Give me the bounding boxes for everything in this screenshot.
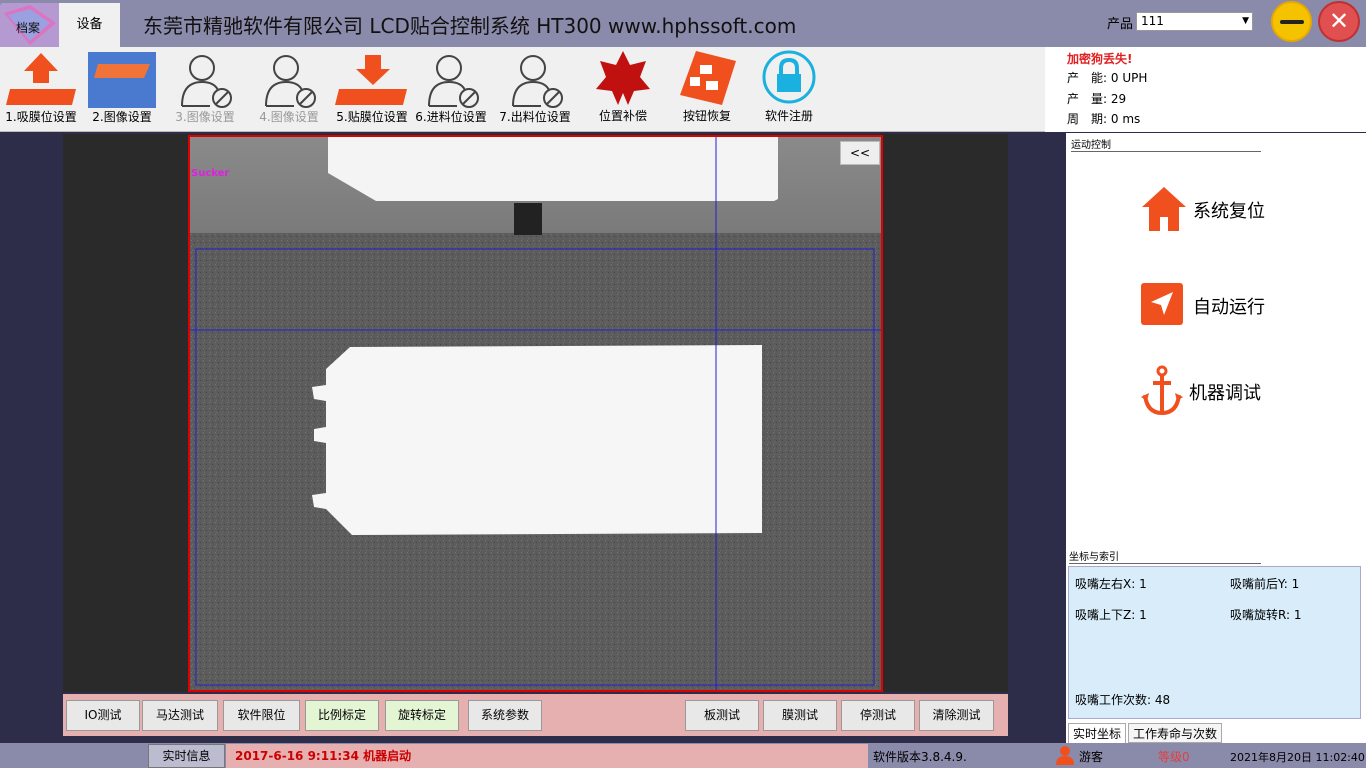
io-test-button[interactable]: IO测试 [66,700,140,731]
nozzle-x-value: 吸嘴左右X: 1 [1075,577,1147,591]
scale-calibration-button[interactable]: 比例标定 [305,700,379,731]
tab-device[interactable]: 设备 [59,3,120,47]
soft-limit-button[interactable]: 软件限位 [223,700,300,731]
toolbar-restore-button[interactable]: 按钮恢复 [672,47,742,132]
navigation-icon [1141,283,1183,325]
toolbar-compensation-button[interactable]: 位置补偿 [590,47,656,132]
motor-test-button[interactable]: 马达测试 [142,700,218,731]
toolbar-label: 2.图像设置 [92,110,152,124]
title-bar: 档案 设备 东莞市精驰软件有限公司 LCD贴合控制系统 HT300 www.hp… [0,0,1366,47]
product-label: 产品 [1107,17,1134,32]
app-title: 东莞市精驰软件有限公司 LCD贴合控制系统 HT300 www.hphssoft… [143,14,797,38]
close-button[interactable]: ✕ [1318,1,1360,42]
restore-icon [680,51,736,105]
capacity-label: 产 能: [1067,71,1108,85]
toolbar-image-setting-3-button[interactable]: 3.图像设置 [168,47,242,132]
coordinates-box: 吸嘴左右X: 1 吸嘴前后Y: 1 吸嘴上下Z: 1 吸嘴旋转R: 1 吸嘴工作… [1068,566,1361,719]
coordinates-title: 坐标与索引 [1069,548,1261,564]
toolbar-register-button[interactable]: 软件注册 [756,47,822,132]
output-label: 产 量: [1067,92,1108,106]
clear-test-button[interactable]: 清除测试 [919,700,994,731]
production-status-panel: 加密狗丢失! 产 能: 0 UPH 产 量: 29 周 期: 0 ms [1045,47,1366,132]
user-disabled-icon [512,55,563,108]
toolbar-image-setting-4-button[interactable]: 4.图像设置 [252,47,326,132]
current-user: 游客 [1079,750,1104,764]
system-params-button[interactable]: 系统参数 [468,700,542,731]
output-row: 产 量: 29 [1067,90,1126,107]
toolbar-suction-setting-button[interactable]: 1.吸膜位设置 [0,47,82,132]
motion-control-title: 运动控制 [1071,136,1261,152]
capacity-value: 0 UPH [1110,71,1148,85]
realtime-info-button[interactable]: 实时信息 [148,744,225,768]
camera-view[interactable]: Sucker << [188,135,883,692]
toolbar-label: 1.吸膜位设置 [5,110,77,124]
status-message: 2017-6-16 9:11:34 机器启动 [226,744,868,768]
film-test-button[interactable]: 膜测试 [763,700,837,731]
toolbar-label: 6.进料位设置 [415,110,487,124]
toolbar-label: 位置补偿 [598,109,647,123]
logo-label: 档案 [16,21,41,35]
toolbar-label: 5.贴膜位设置 [336,110,408,124]
product-select[interactable]: 111 ▼ [1136,12,1253,31]
toolbar-film-position-button[interactable]: 5.贴膜位设置 [332,47,412,132]
anchor-icon [1141,365,1183,416]
user-icon [1056,746,1074,765]
system-reset-label: 系统复位 [1193,201,1265,222]
board-test-button[interactable]: 板测试 [685,700,759,731]
toolbar-label: 3.图像设置 [175,110,235,124]
toolbar-feed-position-button[interactable]: 6.进料位设置 [413,47,489,132]
nozzle-r-value: 吸嘴旋转R: 1 [1230,608,1302,622]
product-value: 111 [1141,14,1164,28]
nozzle-y-value: 吸嘴前后Y: 1 [1230,577,1300,591]
lock-icon [762,50,816,104]
image-setting-icon [88,52,156,108]
software-version: 软件版本3.8.4.9. [873,750,967,764]
user-disabled-icon [181,55,232,108]
sucker-overlay-label: Sucker [191,168,230,179]
arrow-up-icon [6,53,76,105]
home-icon [1142,187,1186,231]
right-panel: 运动控制 系统复位 自动运行 机器调试 坐标与索引 吸嘴左右X: 1 吸嘴前后Y… [1066,133,1366,743]
toolbar-label: 4.图像设置 [259,110,319,124]
dongle-warning: 加密狗丢失! [1067,52,1133,66]
current-time: 2021年8月20日 11:02:40 [1230,751,1365,764]
tab-work-life[interactable]: 工作寿命与次数 [1128,723,1223,743]
toolbar-label: 按钮恢复 [682,109,731,123]
toolbar-image-setting-button[interactable]: 2.图像设置 [85,47,159,132]
nozzle-z-value: 吸嘴上下Z: 1 [1075,608,1147,622]
cycle-label: 周 期: [1067,112,1108,126]
user-level: 等级0 [1158,750,1190,764]
rotation-calibration-button[interactable]: 旋转标定 [385,700,459,731]
nozzle-count-value: 吸嘴工作次数: 48 [1075,693,1171,707]
logo-tab[interactable]: 档案 [0,3,59,47]
bottom-button-bar: IO测试 马达测试 软件限位 比例标定 旋转标定 系统参数 板测试 膜测试 停测… [63,694,1008,736]
stop-test-button[interactable]: 停测试 [841,700,915,731]
user-disabled-icon [428,55,479,108]
star-icon [596,51,650,105]
toolbar-label: 软件注册 [764,109,813,123]
collapse-panel-button[interactable]: << [840,141,880,165]
close-icon: ✕ [1328,7,1350,35]
status-bar: 实时信息 2017-6-16 9:11:34 机器启动 软件版本3.8.4.9.… [0,743,1366,768]
user-disabled-icon [265,55,316,108]
output-value: 29 [1110,92,1127,106]
toolbar-out-position-button[interactable]: 7.出料位设置 [497,47,573,132]
tab-realtime-coords[interactable]: 实时坐标 [1068,723,1127,743]
chevron-down-icon: ▼ [1242,16,1249,26]
auto-run-button[interactable]: 自动运行 [1141,281,1341,329]
cycle-value: 0 ms [1110,112,1141,126]
minimize-button[interactable] [1271,1,1312,42]
arrow-down-icon [335,55,407,105]
machine-debug-label: 机器调试 [1189,383,1261,404]
camera-image [190,137,881,690]
system-reset-button[interactable]: 系统复位 [1141,185,1341,233]
auto-run-label: 自动运行 [1193,297,1265,318]
toolbar: 1.吸膜位设置 2.图像设置 3.图像设置 4.图像设置 5.贴膜位设置 6.进… [0,47,1366,132]
toolbar-label: 7.出料位设置 [499,110,571,124]
coordinate-tabs: 实时坐标 工作寿命与次数 [1066,723,1366,743]
machine-debug-button[interactable]: 机器调试 [1141,365,1341,416]
cycle-row: 周 期: 0 ms [1067,110,1140,127]
capacity-row: 产 能: 0 UPH [1067,69,1147,86]
